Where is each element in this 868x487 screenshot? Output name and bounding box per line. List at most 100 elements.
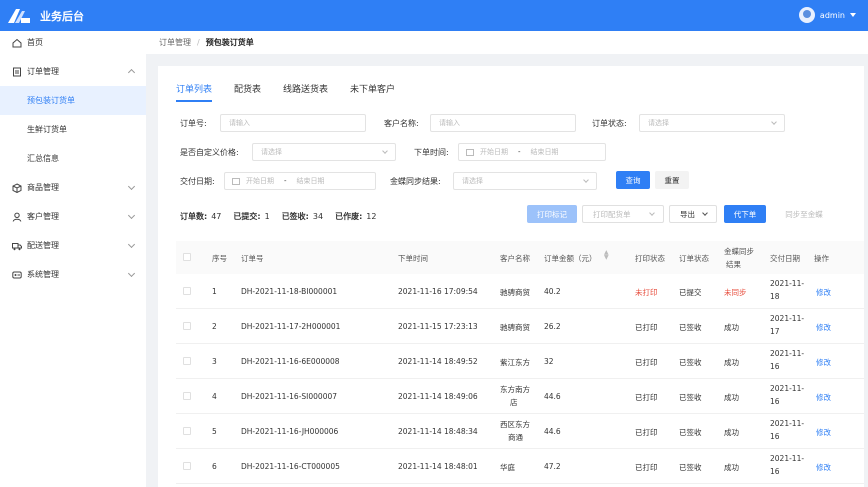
sidebar-item-delivery[interactable]: 配送管理 [0, 231, 146, 260]
cell-delivery-date-line2: 17 [770, 327, 780, 336]
edit-link[interactable]: 修改 [816, 462, 831, 473]
row-checkbox[interactable] [183, 427, 191, 435]
sidebar-subitem-summary[interactable]: 汇总信息 [0, 144, 146, 173]
cell-print-status: 已打印 [635, 393, 658, 402]
select-all-checkbox[interactable] [183, 253, 191, 261]
edit-link[interactable]: 修改 [816, 287, 831, 298]
delivery-date-label: 交付日期: [180, 177, 215, 186]
sort-icon[interactable]: ▲ ▼ [604, 250, 609, 261]
row-checkbox[interactable] [183, 322, 191, 330]
row-checkbox[interactable] [183, 357, 191, 365]
chevron-down-icon [127, 240, 136, 249]
tab-order-list[interactable]: 订单列表 [176, 82, 213, 102]
breadcrumb-separator: / [197, 38, 200, 47]
avatar [798, 7, 815, 23]
sidebar-item-customers[interactable]: 客户管理 [0, 202, 146, 231]
row-checkbox[interactable] [183, 287, 191, 295]
sync-all-button[interactable]: 同步至金蝶 [776, 205, 832, 223]
print-dispatch-dropdown[interactable]: 打印配货单 [582, 205, 664, 223]
cell-seq: 6 [212, 462, 217, 471]
sidebar-item-home[interactable]: 首页 [0, 28, 146, 57]
sidebar-item-products[interactable]: 商品管理 [0, 173, 146, 202]
stat-label: 订单数: [180, 212, 208, 221]
chevron-down-icon [702, 210, 708, 216]
order-time-range[interactable]: 开始日期 - 结束日期 [458, 143, 606, 161]
cell-print-status: 未打印 [635, 288, 658, 297]
cell-sync-result: 成功 [724, 463, 739, 472]
sidebar-subitem-fresh-orders[interactable]: 生鲜订货单 [0, 115, 146, 144]
stat-submitted: 已提交: 1 [233, 211, 269, 222]
col-seq: 序号 [212, 254, 227, 263]
cell-print-status: 已打印 [635, 323, 658, 332]
cell-customer-line1: 西区东方 [500, 420, 530, 429]
cell-order-status: 已签收 [679, 323, 702, 332]
tab-no-order-customers[interactable]: 未下单客户 [350, 82, 395, 102]
edit-link[interactable]: 修改 [816, 357, 831, 368]
col-delivery-date: 交付日期 [770, 254, 800, 263]
row-checkbox[interactable] [183, 392, 191, 400]
logo-icon [6, 6, 32, 26]
stat-value: 1 [264, 212, 270, 221]
sidebar-item-label: 订单管理 [27, 67, 59, 76]
edit-link[interactable]: 修改 [816, 427, 831, 438]
export-label: 导出 [680, 209, 695, 219]
cell-delivery-date-line1: 2021-11- [770, 384, 805, 393]
top-bar: 业务后台 admin [0, 0, 868, 31]
calendar-icon [466, 148, 474, 156]
edit-link[interactable]: 修改 [816, 322, 831, 333]
chevron-down-icon [127, 269, 136, 278]
order-no-input[interactable]: 请输入 [220, 114, 366, 132]
sidebar-item-label: 配送管理 [27, 241, 59, 250]
cell-print-status: 已打印 [635, 358, 658, 367]
cell-customer: 紫江东方 [500, 358, 530, 367]
customer-name-input[interactable]: 请输入 [430, 114, 576, 132]
cell-order-time: 2021-11-14 18:49:52 [398, 357, 478, 366]
cell-seq: 2 [212, 322, 217, 331]
row-checkbox[interactable] [183, 462, 191, 470]
cell-order-time: 2021-11-14 18:48:01 [398, 462, 478, 471]
cell-delivery-date-line1: 2021-11- [770, 349, 805, 358]
cell-delivery-date-line2: 18 [770, 292, 780, 301]
export-dropdown[interactable]: 导出 [669, 205, 717, 223]
cell-order-time: 2021-11-16 17:09:54 [398, 287, 478, 296]
table-row: 1 DH-2021-11-18-BI000001 2021-11-16 17:0… [176, 274, 864, 309]
chevron-down-icon [771, 119, 777, 125]
sidebar: 首页 订单管理 预包装订货单 生鲜订货单 汇总信息 商品管理 客户管理 配送管理 [0, 31, 146, 487]
cell-customer: 华庭 [500, 463, 515, 472]
reset-button[interactable]: 重置 [655, 171, 689, 189]
tab-route-delivery[interactable]: 线路送货表 [283, 82, 328, 102]
tab-allocation[interactable]: 配货表 [234, 82, 261, 102]
sidebar-item-label: 首页 [27, 38, 43, 47]
stat-value: 34 [312, 212, 324, 221]
col-print-status: 打印状态 [635, 254, 665, 263]
user-menu[interactable]: admin [798, 7, 856, 23]
print-mark-button[interactable]: 打印标记 [527, 205, 577, 223]
cell-order-time: 2021-11-14 18:48:34 [398, 427, 478, 436]
cell-customer-line2: 店 [510, 398, 518, 407]
stat-value: 12 [366, 212, 377, 221]
sync-result-select[interactable]: 请选择 [453, 172, 597, 190]
user-icon [12, 212, 22, 222]
cell-order-no: DH-2021-11-16-CT000005 [241, 462, 340, 471]
place-order-button[interactable]: 代下单 [724, 205, 766, 223]
custom-price-select[interactable]: 请选择 [252, 143, 396, 161]
sync-result-placeholder: 请选择 [462, 177, 483, 185]
table-row: 5 DH-2021-11-16-JH000006 2021-11-14 18:4… [176, 414, 864, 449]
edit-link[interactable]: 修改 [816, 392, 831, 403]
order-status-label: 订单状态: [592, 119, 627, 128]
cell-sync-result: 成功 [724, 358, 739, 367]
delivery-date-range[interactable]: 开始日期 - 结束日期 [224, 172, 376, 190]
cell-order-time: 2021-11-14 18:49:06 [398, 392, 478, 401]
sidebar-item-label: 商品管理 [27, 183, 59, 192]
cell-delivery-date-line2: 16 [770, 397, 780, 406]
col-amount[interactable]: 订单金额（元） [544, 253, 597, 264]
stat-signed: 已签收: 34 [282, 211, 323, 222]
sidebar-item-system[interactable]: 系统管理 [0, 260, 146, 289]
breadcrumb-parent[interactable]: 订单管理 [159, 37, 191, 48]
sidebar-subitem-prepack-orders[interactable]: 预包装订货单 [0, 86, 146, 115]
query-button[interactable]: 查询 [616, 171, 650, 189]
customer-name-label: 客户名称: [384, 119, 419, 128]
username: admin [819, 10, 845, 20]
sidebar-item-orders[interactable]: 订单管理 [0, 57, 146, 86]
order-status-select[interactable]: 请选择 [639, 114, 785, 132]
